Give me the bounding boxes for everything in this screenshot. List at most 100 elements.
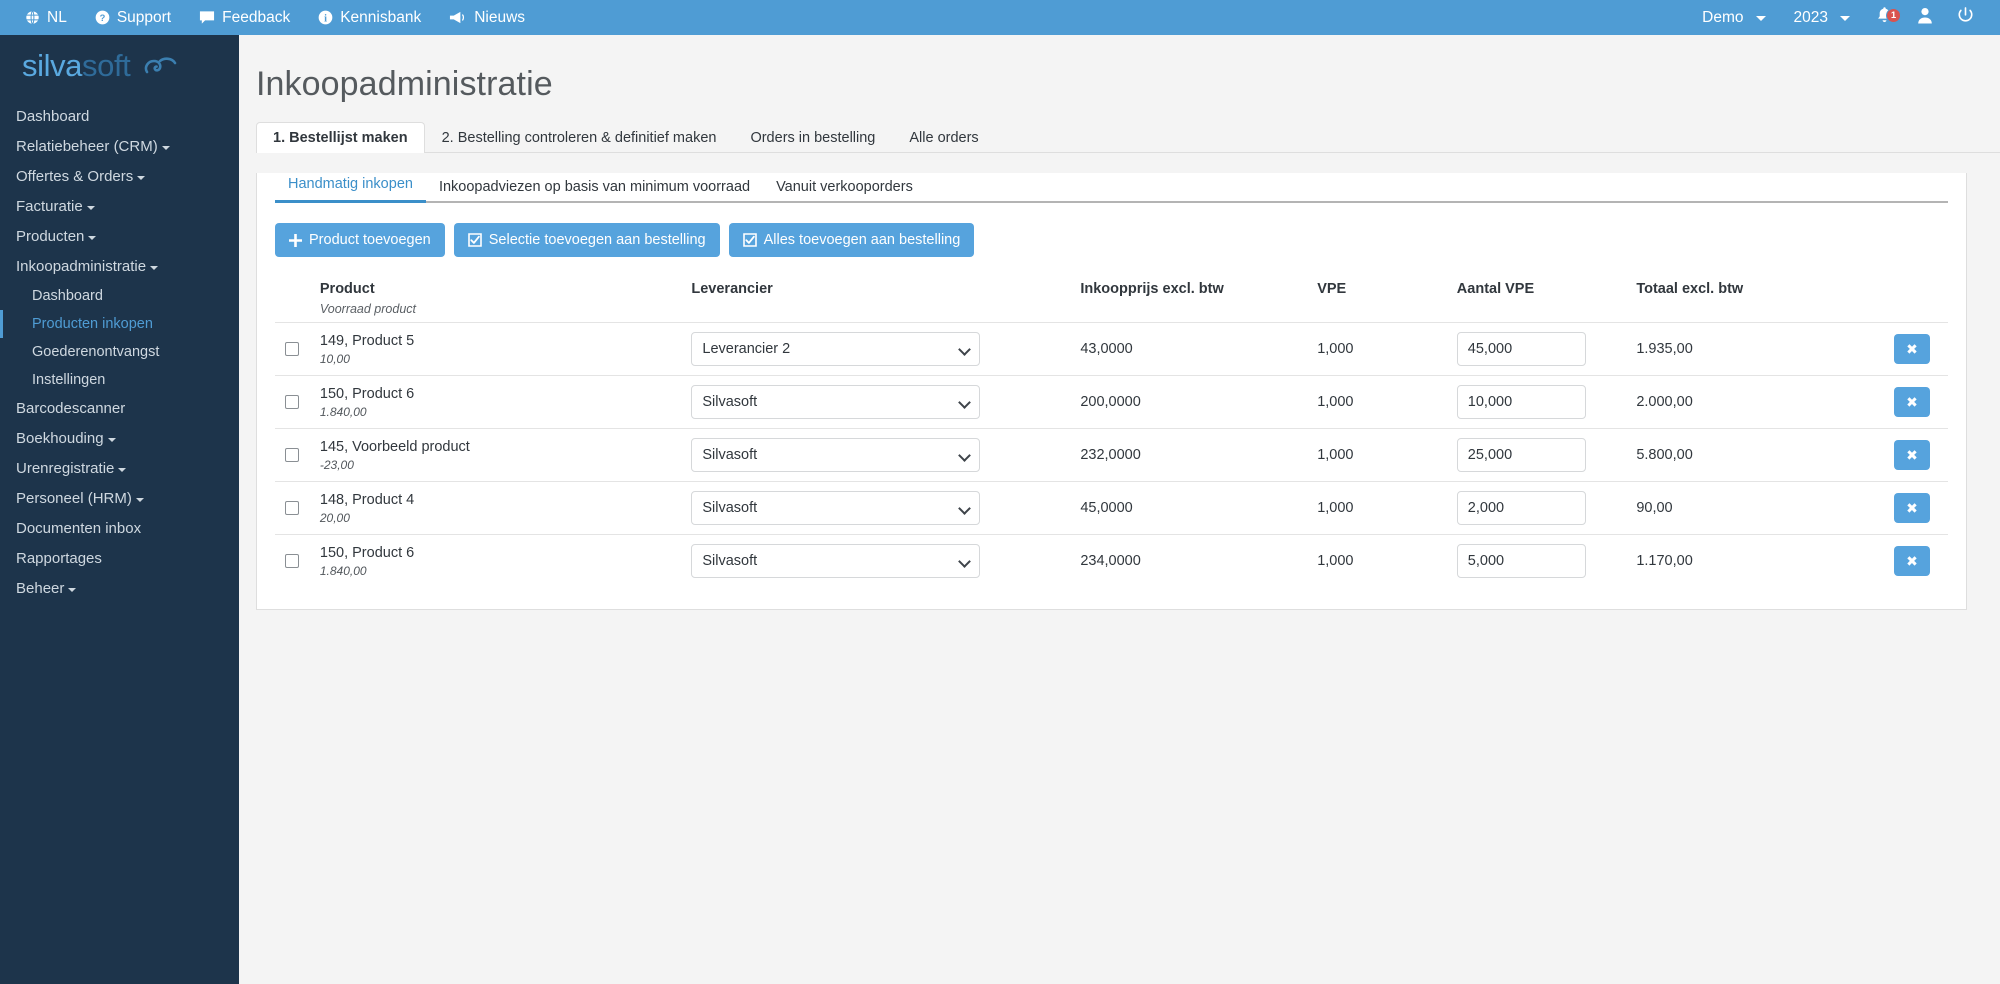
row-product-name: 150, Product 6 [319,545,415,561]
topbar-item-news[interactable]: Nieuws [435,0,539,35]
company-selector-label: Demo [1702,8,1744,26]
row-price-cell: 200,0000 [1080,375,1318,429]
sidebar-item-inkoopadministratie[interactable]: Inkoopadministratie [0,252,239,282]
row-supplier-cell: Silvasoft [691,375,1081,429]
sidebar-item-beheer[interactable]: Beheer [0,574,239,604]
row-supplier-cell: Leverancier 2 [691,322,1081,376]
delete-row-button[interactable]: ✖ [1894,440,1930,470]
row-product-cell: 150, Product 6 1.840,00 [319,534,692,587]
sidebar-item-label: Relatiebeheer (CRM) [16,138,158,155]
topbar-item-news-label: Nieuws [474,8,526,26]
row-actions-cell: ✖ [1873,428,1948,482]
row-product-cell: 149, Product 5 10,00 [319,322,692,376]
add-selection-to-order-button[interactable]: Selectie toevoegen aan bestelling [453,223,720,257]
row-supplier-cell: Silvasoft [691,534,1081,587]
table-body: 149, Product 5 10,00 Leverancier 2 43,00… [275,322,1948,587]
row-checkbox[interactable] [285,554,299,568]
add-product-button-label: Product toevoegen [309,232,431,248]
sidebar-item-producten[interactable]: Producten [0,222,239,252]
sidebar-item-documenten-inbox[interactable]: Documenten inbox [0,514,239,544]
sidebar-subitem-instellingen[interactable]: Instellingen [0,366,239,394]
svg-text:?: ? [99,13,105,23]
row-total-cell: 1.935,00 [1636,322,1874,376]
row-product-name: 149, Product 5 [319,333,415,349]
tab-bestelling-controleren[interactable]: 2. Bestelling controleren & definitief m… [425,122,734,153]
sidebar-item-relatiebeheer[interactable]: Relatiebeheer (CRM) [0,132,239,162]
delete-row-button[interactable]: ✖ [1894,334,1930,364]
supplier-select[interactable]: Silvasoft [691,544,981,578]
user-profile-button[interactable] [1905,0,1945,35]
row-vpe-cell: 1,000 [1317,428,1457,482]
row-checkbox[interactable] [285,501,299,515]
aantal-vpe-input[interactable] [1456,438,1586,472]
tab-alle-orders[interactable]: Alle orders [892,122,995,153]
app-logo[interactable]: silvasoft [0,35,239,97]
logo-text-primary: silva [22,48,83,83]
svg-text:i: i [324,13,327,24]
add-product-button[interactable]: Product toevoegen [275,223,445,257]
close-x-icon: ✖ [1906,393,1918,410]
page-title: Inkoopadministratie [256,65,553,103]
supplier-select-wrapper: Silvasoft [691,438,981,472]
topbar-item-knowledgebase[interactable]: i Kennisbank [304,0,435,35]
aantal-vpe-input[interactable] [1456,544,1586,578]
logout-button[interactable] [1945,0,1986,35]
row-checkbox[interactable] [285,342,299,356]
row-product-cell: 148, Product 4 20,00 [319,481,692,535]
row-product-stock: 1.840,00 [319,564,367,578]
supplier-select[interactable]: Leverancier 2 [691,332,981,366]
supplier-select-wrapper: Silvasoft [691,491,981,525]
table-row: 150, Product 6 1.840,00 Silvasoft 234,00… [275,534,1948,587]
row-product-name: 148, Product 4 [319,492,415,508]
column-header-leverancier: Leverancier [691,281,773,297]
add-all-to-order-button[interactable]: Alles toevoegen aan bestelling [728,223,975,257]
topbar-item-knowledgebase-label: Kennisbank [340,8,422,26]
sidebar-item-offertes-orders[interactable]: Offertes & Orders [0,162,239,192]
topbar-item-language[interactable]: NL [11,0,81,35]
subtab-inkoopadviezen[interactable]: Inkoopadviezen op basis van minimum voor… [426,175,763,203]
sidebar-subitem-label: Producten inkopen [32,316,153,332]
row-supplier-cell: Silvasoft [691,481,1081,535]
supplier-select[interactable]: Silvasoft [691,438,981,472]
row-checkbox[interactable] [285,395,299,409]
topbar-item-feedback[interactable]: Feedback [185,0,304,35]
delete-row-button[interactable]: ✖ [1894,387,1930,417]
sidebar-item-dashboard[interactable]: Dashboard [0,102,239,132]
sidebar-item-rapportages[interactable]: Rapportages [0,544,239,574]
topbar-item-support[interactable]: ? Support [81,0,185,35]
row-vpe-cell: 1,000 [1317,534,1457,587]
megaphone-icon [449,10,467,25]
sidebar-item-urenregistratie[interactable]: Urenregistratie [0,454,239,484]
chevron-down-icon [107,438,116,442]
notifications-button[interactable]: 1 [1864,6,1905,29]
sidebar-subitem-producten-inkopen[interactable]: Producten inkopen [0,310,239,338]
year-selector[interactable]: 2023 [1780,0,1864,35]
subtab-vanuit-verkooporders[interactable]: Vanuit verkooporders [763,175,926,203]
supplier-select[interactable]: Silvasoft [691,491,981,525]
sidebar-subitem-dashboard[interactable]: Dashboard [0,282,239,310]
topbar-item-support-label: Support [116,8,172,26]
tab-orders-in-bestelling[interactable]: Orders in bestelling [733,122,892,153]
table-header: Product Voorraad product Leverancier Ink… [275,281,1948,323]
sidebar-item-label: Facturatie [16,198,83,215]
supplier-select[interactable]: Silvasoft [691,385,981,419]
delete-row-button[interactable]: ✖ [1894,546,1930,576]
sidebar-item-boekhouding[interactable]: Boekhouding [0,424,239,454]
tab-bestellijst-maken[interactable]: 1. Bestellijst maken [256,122,425,153]
sidebar-item-personeel-hrm[interactable]: Personeel (HRM) [0,484,239,514]
aantal-vpe-input[interactable] [1456,491,1586,525]
sidebar-nav: Dashboard Relatiebeheer (CRM) Offertes &… [0,97,239,604]
row-product-cell: 150, Product 6 1.840,00 [319,375,692,429]
row-product-cell: 145, Voorbeeld product -23,00 [319,428,692,482]
aantal-vpe-input[interactable] [1456,332,1586,366]
company-selector[interactable]: Demo [1688,0,1779,35]
delete-row-button[interactable]: ✖ [1894,493,1930,523]
sidebar-item-barcodescanner[interactable]: Barcodescanner [0,394,239,424]
sidebar-item-facturatie[interactable]: Facturatie [0,192,239,222]
subtab-handmatig-inkopen[interactable]: Handmatig inkopen [275,172,426,203]
action-button-row: Product toevoegen Selectie toevoegen aan… [275,223,1966,257]
aantal-vpe-input[interactable] [1456,385,1586,419]
row-actions-cell: ✖ [1873,534,1948,587]
sidebar-subitem-goederenontvangst[interactable]: Goederenontvangst [0,338,239,366]
row-checkbox[interactable] [285,448,299,462]
